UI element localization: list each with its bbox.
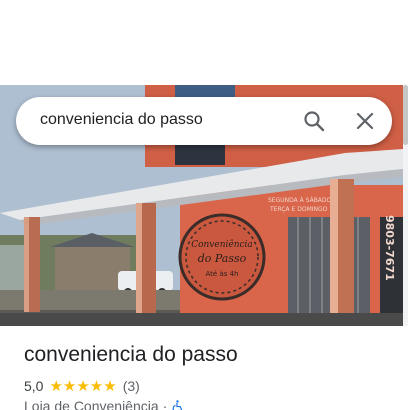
top-blank-area [0, 0, 408, 85]
place-title: conveniencia do passo [24, 343, 238, 366]
rating-value: 5,0 [24, 378, 44, 394]
photo-scrollbar[interactable] [403, 85, 408, 326]
scrollbar-thumb[interactable] [403, 85, 408, 145]
sign-line-1: Conveniência [191, 239, 253, 250]
close-icon[interactable] [353, 109, 377, 133]
search-input[interactable]: conveniencia do passo [40, 111, 203, 129]
phone-number: 9803-7671 [383, 215, 396, 281]
rating-row[interactable]: 5,0 ★★★★★ (3) [24, 377, 140, 395]
wheelchair-icon [172, 400, 183, 410]
separator: · [162, 398, 168, 410]
star-rating-icon: ★★★★★ [49, 378, 117, 395]
banner-text-1: SEGUNDA À SÁBADO [268, 197, 332, 204]
search-icon[interactable] [302, 109, 326, 133]
review-count[interactable]: (3) [123, 378, 140, 394]
banner-text-2: TERÇA E DOMINGO [269, 206, 328, 213]
sign-line-2: do Passo [198, 252, 247, 265]
search-box[interactable]: conveniencia do passo [16, 97, 392, 145]
place-category[interactable]: Loja de Conveniência [24, 398, 159, 410]
sign-line-3: Até às 4h [206, 270, 239, 278]
category-row: Loja de Conveniência · [24, 398, 184, 410]
